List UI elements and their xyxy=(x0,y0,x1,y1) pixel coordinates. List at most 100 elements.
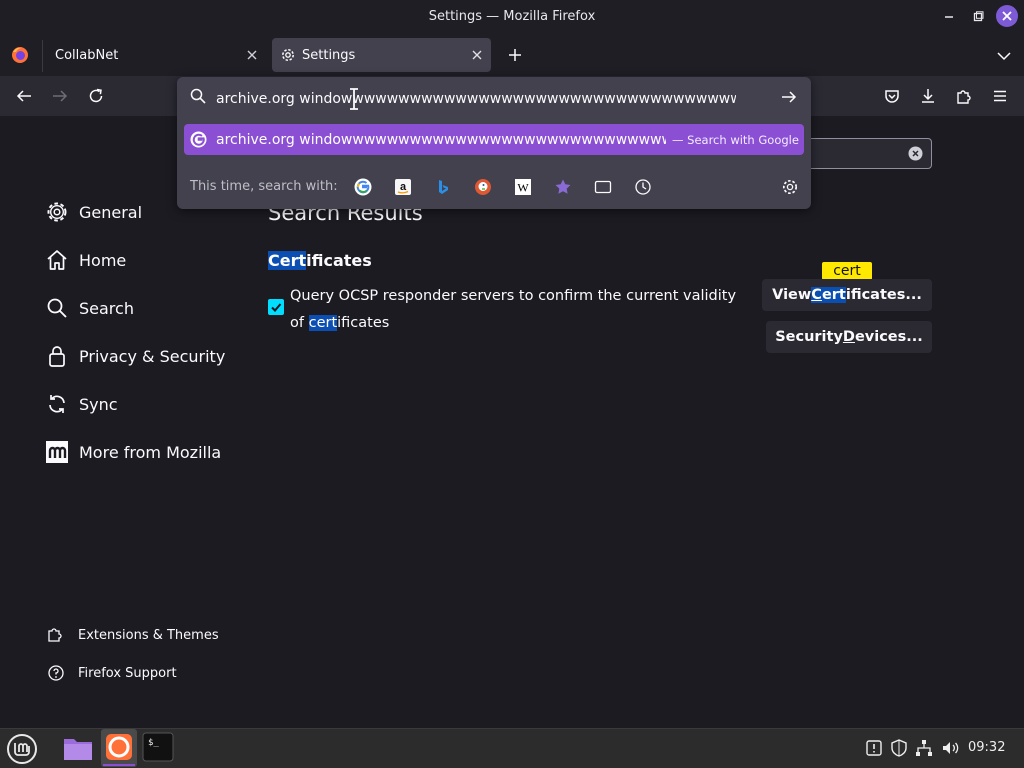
home-icon xyxy=(44,247,70,273)
tab-close-button[interactable] xyxy=(247,50,257,60)
sidebar-item-label: General xyxy=(79,202,143,222)
tab-label: CollabNet xyxy=(55,47,119,63)
sidebar-item-label: More from Mozilla xyxy=(79,442,222,462)
svg-text:W: W xyxy=(517,181,529,195)
sidebar-item-search[interactable]: Search xyxy=(44,290,134,326)
find-in-settings-input[interactable] xyxy=(800,138,932,169)
search-engine-bing[interactable] xyxy=(432,176,454,198)
button-text: ert xyxy=(821,287,846,303)
downloads-button[interactable] xyxy=(914,82,942,110)
tray-network[interactable] xyxy=(915,739,933,757)
back-arrow-icon xyxy=(16,90,31,102)
lock-icon xyxy=(44,343,70,369)
forward-button[interactable] xyxy=(46,82,74,110)
button-text: ificates... xyxy=(845,287,922,303)
pocket-icon xyxy=(885,90,899,103)
sidebar-firefox-support-link[interactable]: Firefox Support xyxy=(46,661,177,685)
search-engine-amazon[interactable]: a xyxy=(392,176,414,198)
help-icon xyxy=(46,663,66,683)
gear-icon xyxy=(782,179,798,195)
amazon-icon: a xyxy=(395,179,411,195)
close-icon xyxy=(1002,11,1012,21)
bookmarks-icon xyxy=(555,179,571,194)
svg-text:$_: $_ xyxy=(148,738,159,748)
minimize-icon xyxy=(945,16,953,18)
accesskey: D xyxy=(842,329,855,345)
reload-icon xyxy=(89,88,103,103)
linux-mint-logo-icon xyxy=(7,734,37,764)
taskbar-terminal-button[interactable]: $_ xyxy=(142,732,174,762)
gear-icon xyxy=(44,199,70,225)
one-off-search-label: This time, search with: xyxy=(190,179,338,194)
tray-update-manager[interactable] xyxy=(865,739,883,757)
tab-settings[interactable]: Settings xyxy=(272,38,491,72)
maximize-icon xyxy=(973,11,984,22)
go-button[interactable] xyxy=(780,88,798,106)
sidebar-item-label: Home xyxy=(79,250,127,270)
text-cursor-icon xyxy=(348,88,360,110)
search-history-button[interactable] xyxy=(632,176,654,198)
extensions-button[interactable] xyxy=(950,82,978,110)
search-bookmarks-button[interactable] xyxy=(552,176,574,198)
duckduckgo-icon xyxy=(475,179,491,195)
view-certificates-button[interactable]: View Cert ificates... xyxy=(762,279,932,311)
tab-divider xyxy=(42,40,43,72)
firefox-view-button[interactable] xyxy=(10,45,30,65)
sidebar-extensions-themes-link[interactable]: Extensions & Themes xyxy=(46,623,219,647)
footer-link-label: Extensions & Themes xyxy=(78,627,219,643)
reload-button[interactable] xyxy=(82,82,110,110)
heading-rest: ificates xyxy=(306,251,372,270)
sidebar-item-home[interactable]: Home xyxy=(44,242,126,278)
section-heading-certificates: Certificates xyxy=(268,250,372,272)
footer-link-label: Firefox Support xyxy=(78,665,177,681)
taskbar-files-button[interactable] xyxy=(60,731,96,765)
ocsp-checkbox-label[interactable]: Query OCSP responder servers to confirm … xyxy=(290,283,750,337)
close-window-button[interactable] xyxy=(996,5,1018,27)
urlbar-input[interactable]: archive.org windowwwwwwwwwwwwwwwwwwwwwww… xyxy=(216,89,736,109)
list-all-tabs-button[interactable] xyxy=(994,45,1014,65)
window-title: Settings — Mozilla Firefox xyxy=(428,9,596,24)
minimize-button[interactable] xyxy=(938,6,960,28)
sidebar-item-general[interactable]: General xyxy=(44,194,142,230)
sidebar-item-more-from-mozilla[interactable]: More from Mozilla xyxy=(44,434,221,470)
app-menu-button[interactable] xyxy=(986,82,1014,110)
close-icon xyxy=(472,50,482,60)
new-tab-button[interactable] xyxy=(505,45,525,65)
back-button[interactable] xyxy=(10,82,38,110)
search-settings-button[interactable] xyxy=(779,176,801,198)
sidebar-item-sync[interactable]: Sync xyxy=(44,386,118,422)
sidebar-item-privacy-security[interactable]: Privacy & Security xyxy=(44,338,225,374)
clear-search-button[interactable] xyxy=(908,146,923,161)
ocsp-checkbox[interactable] xyxy=(268,299,284,315)
tray-security-shield[interactable] xyxy=(890,739,908,757)
tab-collabnet[interactable]: CollabNet xyxy=(44,38,269,72)
tab-close-button[interactable] xyxy=(472,50,482,60)
pocket-button[interactable] xyxy=(878,82,906,110)
search-engine-wikipedia[interactable]: W xyxy=(512,176,534,198)
search-highlight: Cert xyxy=(811,287,846,303)
taskbar-firefox-button[interactable] xyxy=(101,729,137,767)
tray-volume[interactable] xyxy=(941,739,961,757)
volume-icon xyxy=(943,742,959,754)
gear-icon xyxy=(280,47,296,63)
start-menu-button[interactable] xyxy=(6,733,38,765)
bing-icon xyxy=(439,180,448,194)
sidebar-item-label: Privacy & Security xyxy=(79,346,226,366)
mozilla-icon xyxy=(44,439,70,465)
search-engine-duckduckgo[interactable] xyxy=(472,176,494,198)
download-icon xyxy=(922,89,934,103)
taskbar-clock[interactable]: 09:32 xyxy=(968,740,1005,756)
accesskey: C xyxy=(811,287,822,303)
shield-icon xyxy=(891,739,907,757)
history-icon xyxy=(635,179,651,195)
security-devices-button[interactable]: Security Devices... xyxy=(766,321,932,353)
wikipedia-icon: W xyxy=(515,179,531,195)
search-engine-google[interactable] xyxy=(352,176,374,198)
maximize-button[interactable] xyxy=(967,6,989,28)
puzzle-icon xyxy=(957,90,971,104)
plus-icon xyxy=(509,49,521,61)
firefox-logo-icon xyxy=(103,734,135,766)
clear-icon xyxy=(908,146,923,161)
search-tabs-button[interactable] xyxy=(592,176,614,198)
search-highlight: cert xyxy=(308,315,338,331)
